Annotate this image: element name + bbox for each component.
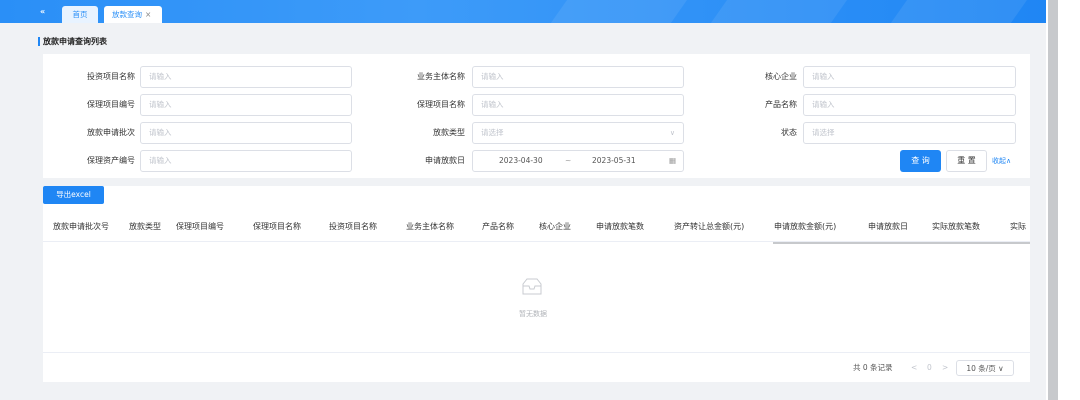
date-end[interactable]: 2023-05-31 (592, 151, 636, 171)
vertical-scrollbar[interactable] (1046, 0, 1080, 400)
column-header: 核心企业 (539, 222, 571, 231)
header-decoration (698, 0, 862, 23)
column-header: 申请放款日 (868, 222, 908, 231)
empty-inbox-icon (522, 278, 542, 295)
column-header: 放款类型 (129, 222, 161, 231)
scrollbar-thumb[interactable] (1048, 0, 1058, 400)
factoring-project-name-input[interactable]: 请输入 (472, 94, 684, 116)
page-size-select[interactable]: 10 条/页 ∨ (956, 360, 1014, 376)
column-header: 实际放款笔数 (932, 222, 980, 231)
pagination-prev-button[interactable]: < (911, 360, 917, 376)
loan-type-label: 放款类型 (433, 128, 465, 137)
table-divider (43, 352, 1030, 353)
date-start[interactable]: 2023-04-30 (499, 151, 543, 171)
business-entity-name-input[interactable]: 请输入 (472, 66, 684, 88)
loan-type-placeholder: 请选择 (481, 128, 504, 137)
search-panel: 投资项目名称 请输入 业务主体名称 请输入 核心企业 请输入 保理项目编号 请输… (43, 54, 1030, 178)
pagination-next-button[interactable]: > (942, 360, 948, 376)
collapse-filters-link[interactable]: 收起∧ (992, 150, 1011, 172)
core-enterprise-label: 核心企业 (765, 72, 797, 81)
column-header: 投资项目名称 (329, 222, 377, 231)
column-header: 保理项目编号 (176, 222, 224, 231)
table-panel: 导出excel 放款申请批次号 放款类型 保理项目编号 保理项目名称 投资项目名… (43, 186, 1030, 382)
apply-date-label: 申请放款日 (425, 156, 465, 165)
collapse-sidebar-icon[interactable]: « (40, 7, 45, 16)
column-header: 保理项目名称 (253, 222, 301, 231)
header-decoration (878, 0, 1042, 23)
query-button[interactable]: 查 询 (900, 150, 941, 172)
tab-loan-query[interactable]: 放款查询 × (104, 6, 162, 23)
pagination-page-number[interactable]: 0 (927, 360, 932, 376)
core-enterprise-input[interactable]: 请输入 (803, 66, 1016, 88)
column-header: 产品名称 (482, 222, 514, 231)
column-header: 放款申请批次号 (53, 222, 109, 231)
tab-home[interactable]: 首页 (62, 6, 98, 23)
factoring-project-name-label: 保理项目名称 (417, 100, 465, 109)
factoring-project-no-label: 保理项目编号 (87, 100, 135, 109)
column-header: 业务主体名称 (406, 222, 454, 231)
invest-project-name-input[interactable]: 请输入 (140, 66, 352, 88)
status-select[interactable]: 请选择 (803, 122, 1016, 144)
close-icon[interactable]: × (145, 10, 151, 19)
invest-project-name-label: 投资项目名称 (87, 72, 135, 81)
factoring-asset-no-label: 保理资产编号 (87, 156, 135, 165)
loan-apply-batch-input[interactable]: 请输入 (140, 122, 352, 144)
date-separator: ~ (565, 156, 572, 165)
tab-label: 首页 (72, 10, 88, 19)
column-header: 实际 (1010, 222, 1026, 231)
product-name-label: 产品名称 (765, 100, 797, 109)
chevron-down-icon: ∨ (669, 129, 675, 137)
business-entity-name-label: 业务主体名称 (417, 72, 465, 81)
column-header: 申请放款笔数 (596, 222, 644, 231)
loan-type-select[interactable]: 请选择 ∨ (472, 122, 684, 144)
tab-label: 放款查询 (112, 10, 142, 19)
top-header-bar: « 首页 放款查询 × (0, 0, 1046, 23)
product-name-input[interactable]: 请输入 (803, 94, 1016, 116)
factoring-project-no-input[interactable]: 请输入 (140, 94, 352, 116)
header-decoration (538, 0, 702, 23)
empty-state-text: 暂无数据 (519, 310, 547, 318)
loan-apply-batch-label: 放款申请批次 (87, 128, 135, 137)
factoring-asset-no-input[interactable]: 请输入 (140, 150, 352, 172)
apply-date-range-picker[interactable]: 2023-04-30 ~ 2023-05-31 ▦ (472, 150, 684, 172)
page-title: 放款申请查询列表 (38, 37, 107, 46)
column-header: 资产转让总金额(元) (674, 222, 745, 231)
table-header: 放款申请批次号 放款类型 保理项目编号 保理项目名称 投资项目名称 业务主体名称… (43, 212, 1030, 242)
calendar-icon: ▦ (669, 156, 677, 165)
column-header: 申请放款金额(元) (774, 222, 837, 231)
reset-button[interactable]: 重 置 (946, 150, 987, 172)
horizontal-scrollbar[interactable] (773, 242, 1030, 244)
status-label: 状态 (781, 128, 797, 137)
export-excel-button[interactable]: 导出excel (43, 186, 104, 204)
pagination-total: 共 0 条记录 (853, 363, 893, 372)
